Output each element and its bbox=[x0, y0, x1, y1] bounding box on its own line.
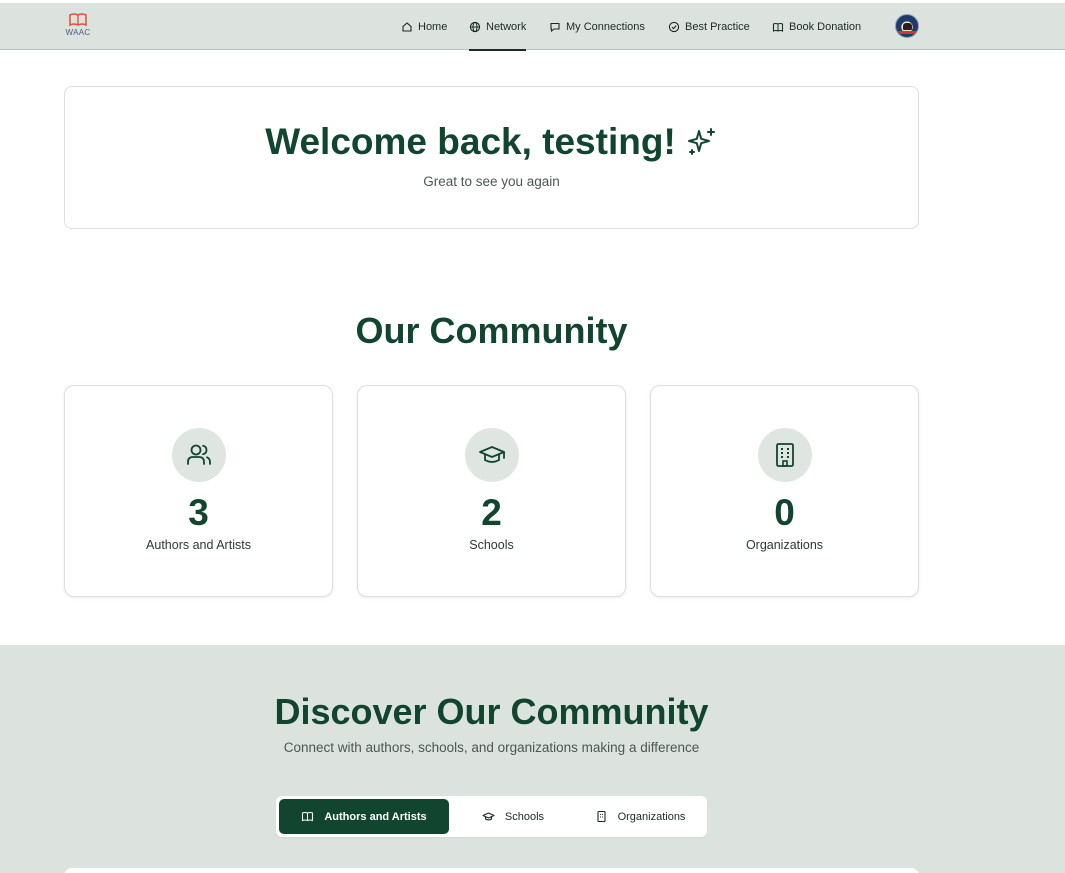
nav-network[interactable]: Network bbox=[469, 3, 527, 51]
stat-authors-label: Authors and Artists bbox=[146, 538, 251, 552]
nav-network-label: Network bbox=[486, 20, 527, 33]
welcome-title: Welcome back, testing! bbox=[265, 121, 676, 162]
message-icon bbox=[550, 22, 560, 32]
stat-card-organizations: 0 Organizations bbox=[650, 385, 919, 597]
check-circle-icon bbox=[668, 21, 680, 32]
building-icon bbox=[597, 810, 606, 823]
tab-authors-and-artists[interactable]: Authors and Artists bbox=[279, 799, 449, 834]
tab-schools-label: Schools bbox=[504, 810, 545, 823]
stat-authors-count: 3 bbox=[188, 492, 209, 533]
nav-home-label: Home bbox=[418, 20, 448, 33]
building-icon bbox=[776, 443, 794, 467]
user-avatar[interactable] bbox=[895, 14, 919, 38]
tab-authors-label: Authors and Artists bbox=[324, 810, 427, 823]
discover-tabs: Authors and Artists Schools Organization… bbox=[276, 796, 707, 837]
book-open-icon bbox=[302, 811, 314, 822]
stat-icon-wrap bbox=[465, 428, 519, 482]
stat-schools-count: 2 bbox=[481, 492, 502, 533]
globe-icon bbox=[469, 21, 481, 32]
nav-my-connections[interactable]: My Connections bbox=[549, 3, 645, 50]
logo-text: WAAC bbox=[65, 28, 91, 37]
stat-icon-wrap bbox=[758, 428, 812, 482]
stat-card-authors: 3 Authors and Artists bbox=[64, 385, 333, 597]
welcome-heading: Welcome back, testing! bbox=[65, 121, 918, 163]
graduation-cap-icon bbox=[482, 812, 495, 821]
avatar-band bbox=[896, 31, 918, 34]
tab-organizations[interactable]: Organizations bbox=[576, 799, 704, 834]
nav-book-donation-label: Book Donation bbox=[789, 20, 862, 33]
top-navbar: WAAC Home Network My Connections Best Pr… bbox=[0, 3, 1065, 51]
discover-section: Discover Our Community Connect with auth… bbox=[0, 645, 1065, 873]
nav-best-practice-label: Best Practice bbox=[685, 20, 750, 33]
welcome-subtitle: Great to see you again bbox=[423, 174, 560, 189]
home-icon bbox=[402, 21, 412, 32]
graduation-cap-icon bbox=[479, 446, 505, 463]
stat-card-schools: 2 Schools bbox=[357, 385, 626, 597]
users-icon bbox=[187, 444, 211, 465]
stat-organizations-count: 0 bbox=[774, 492, 795, 533]
open-book-icon bbox=[69, 13, 87, 27]
tab-organizations-label: Organizations bbox=[617, 810, 686, 823]
nav-my-connections-label: My Connections bbox=[566, 20, 645, 33]
results-card bbox=[64, 868, 919, 873]
tab-schools[interactable]: Schools bbox=[452, 799, 574, 834]
stat-organizations-label: Organizations bbox=[745, 538, 824, 552]
discover-subtitle: Connect with authors, schools, and organ… bbox=[283, 740, 700, 755]
stat-schools-label: Schools bbox=[469, 538, 514, 552]
avatar-figure bbox=[903, 23, 912, 30]
logo[interactable]: WAAC bbox=[62, 13, 94, 43]
nav-home[interactable]: Home bbox=[401, 3, 447, 50]
sparkles-icon bbox=[687, 128, 715, 155]
nav-book-donation[interactable]: Book Donation bbox=[772, 3, 861, 50]
welcome-card: Welcome back, testing! Great to see you … bbox=[64, 86, 919, 229]
stat-icon-wrap bbox=[172, 428, 226, 482]
book-icon bbox=[772, 22, 784, 32]
discover-title: Discover Our Community bbox=[274, 691, 709, 732]
nav-best-practice[interactable]: Best Practice bbox=[668, 3, 750, 50]
community-title: Our Community bbox=[355, 310, 628, 351]
